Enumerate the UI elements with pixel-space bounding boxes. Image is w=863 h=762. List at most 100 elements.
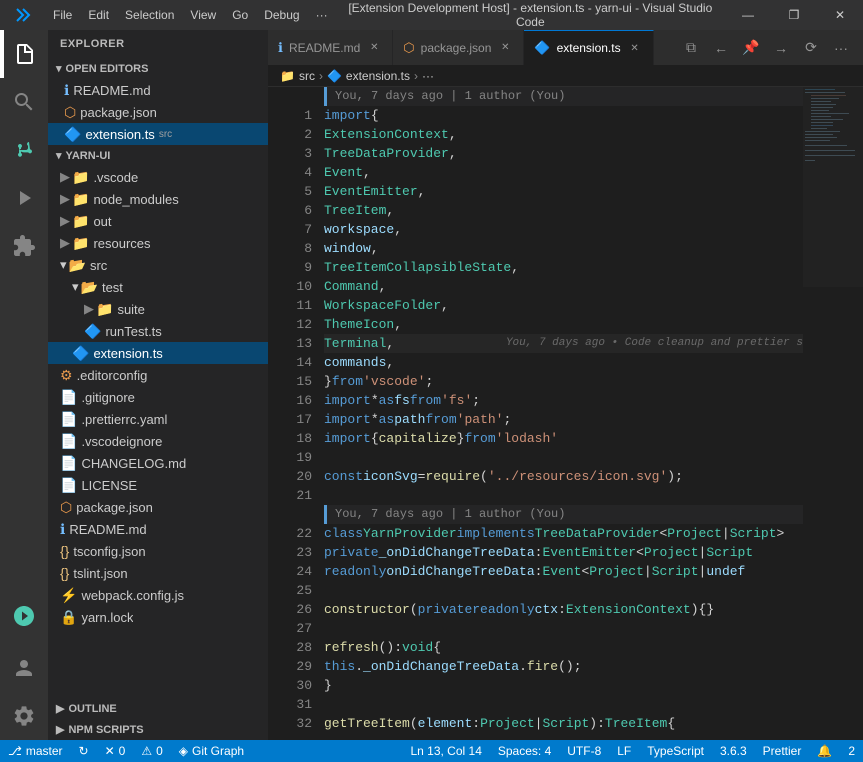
code-line[interactable]: TreeItemCollapsibleState, <box>324 258 803 277</box>
menu-go[interactable]: Go <box>224 0 256 30</box>
tab-package-close[interactable]: ✕ <box>497 40 513 56</box>
cursor-position[interactable]: Ln 13, Col 14 <box>402 740 489 762</box>
maximize-button[interactable]: ❐ <box>771 0 817 30</box>
section-yarn-ui[interactable]: ▾ YARN-UI <box>48 145 268 166</box>
line-ending[interactable]: LF <box>609 740 639 762</box>
tree-out[interactable]: ▶ 📁 out <box>48 210 268 232</box>
tree-editorconfig[interactable]: ⚙ .editorconfig <box>48 364 268 386</box>
open-editor-readme[interactable]: ℹ README.md <box>48 79 268 101</box>
code-line[interactable]: import * as path from 'path'; <box>324 410 803 429</box>
code-line[interactable]: WorkspaceFolder, <box>324 296 803 315</box>
code-line[interactable]: Event, <box>324 163 803 182</box>
code-line[interactable]: const iconSvg = require('../resources/ic… <box>324 467 803 486</box>
code-editor[interactable]: You, 7 days ago | 1 author (You)import {… <box>320 87 803 740</box>
more-actions-button[interactable]: ··· <box>827 34 855 62</box>
tab-extension[interactable]: 🔷 extension.ts ✕ <box>524 30 653 65</box>
breadcrumb-file[interactable]: extension.ts <box>346 69 410 83</box>
tree-vscode[interactable]: ▶ 📁 .vscode <box>48 166 268 188</box>
feedback-icon[interactable]: 🔔 <box>809 740 840 762</box>
code-line[interactable]: this._onDidChangeTreeData.fire(); <box>324 657 803 676</box>
code-line[interactable] <box>324 448 803 467</box>
menu-selection[interactable]: Selection <box>117 0 182 30</box>
code-line[interactable]: import { <box>324 106 803 125</box>
activity-search[interactable] <box>0 78 48 126</box>
notification-count[interactable]: 2 <box>840 740 863 762</box>
code-line[interactable]: readonly onDidChangeTreeData: Event<Proj… <box>324 562 803 581</box>
code-line[interactable]: EventEmitter, <box>324 182 803 201</box>
navigate-forward-button[interactable]: → <box>767 34 795 62</box>
tree-webpack[interactable]: ⚡ webpack.config.js <box>48 584 268 606</box>
tree-suite[interactable]: ▶ 📁 suite <box>48 298 268 320</box>
tab-package[interactable]: ⬡ package.json ✕ <box>393 30 524 65</box>
tree-vscodeignore[interactable]: 📄 .vscodeignore <box>48 430 268 452</box>
tree-test[interactable]: ▾ 📂 test <box>48 276 268 298</box>
activity-explorer[interactable] <box>0 30 48 78</box>
code-line[interactable]: } from 'vscode'; <box>324 372 803 391</box>
navigate-back-button[interactable]: ← <box>707 34 735 62</box>
menu-view[interactable]: View <box>182 0 224 30</box>
tab-readme-close[interactable]: ✕ <box>366 40 382 56</box>
code-line[interactable]: window, <box>324 239 803 258</box>
code-line[interactable]: Terminal,You, 7 days ago • Code cleanup … <box>324 334 803 353</box>
git-info[interactable]: ◈ Git Graph <box>171 740 252 762</box>
section-outline[interactable]: ▶ OUTLINE <box>48 698 268 719</box>
tree-extension-ts[interactable]: 🔷 extension.ts <box>48 342 268 364</box>
menu-file[interactable]: File <box>45 0 80 30</box>
git-branch[interactable]: ⎇ master <box>0 740 71 762</box>
code-line[interactable]: private _onDidChangeTreeData: EventEmitt… <box>324 543 803 562</box>
code-line[interactable] <box>324 619 803 638</box>
navigate-pin-button[interactable]: 📌 <box>737 34 765 62</box>
tree-yarn-lock[interactable]: 🔒 yarn.lock <box>48 606 268 628</box>
code-line[interactable]: TreeDataProvider, <box>324 144 803 163</box>
code-line[interactable]: import * as fs from 'fs'; <box>324 391 803 410</box>
activity-settings[interactable] <box>0 692 48 740</box>
minimap[interactable] <box>803 87 863 740</box>
error-count[interactable]: ✕ 0 <box>97 740 134 762</box>
code-line[interactable] <box>324 486 803 505</box>
tab-extension-close[interactable]: ✕ <box>627 40 643 56</box>
code-line[interactable]: TreeItem, <box>324 201 803 220</box>
activity-source-control[interactable] <box>0 126 48 174</box>
breadcrumb-src[interactable]: src <box>299 69 315 83</box>
section-open-editors[interactable]: ▾ OPEN EDITORS <box>48 58 268 79</box>
code-line[interactable]: workspace, <box>324 220 803 239</box>
code-line[interactable]: ExtensionContext, <box>324 125 803 144</box>
navigate-recent-button[interactable]: ⟳ <box>797 34 825 62</box>
close-button[interactable]: ✕ <box>817 0 863 30</box>
tree-tslint[interactable]: {} tslint.json <box>48 562 268 584</box>
open-editor-extension[interactable]: 🔷 extension.ts src <box>48 123 268 145</box>
code-line[interactable]: Command, <box>324 277 803 296</box>
activity-extensions[interactable] <box>0 222 48 270</box>
formatter[interactable]: Prettier <box>755 740 810 762</box>
split-editor-button[interactable]: ⧉ <box>677 34 705 62</box>
code-line[interactable]: } <box>324 676 803 695</box>
encoding-setting[interactable]: UTF-8 <box>559 740 609 762</box>
code-line[interactable]: constructor(private readonly ctx: Extens… <box>324 600 803 619</box>
code-line[interactable]: ThemeIcon, <box>324 315 803 334</box>
code-line[interactable]: refresh(): void { <box>324 638 803 657</box>
tree-package-json[interactable]: ⬡ package.json <box>48 496 268 518</box>
language-mode[interactable]: TypeScript <box>639 740 712 762</box>
tree-node-modules[interactable]: ▶ 📁 node_modules <box>48 188 268 210</box>
section-npm-scripts[interactable]: ▶ NPM SCRIPTS <box>48 719 268 740</box>
menu-more[interactable]: ··· <box>308 0 336 30</box>
tree-tsconfig[interactable]: {} tsconfig.json <box>48 540 268 562</box>
open-editor-package[interactable]: ⬡ package.json <box>48 101 268 123</box>
tree-resources[interactable]: ▶ 📁 resources <box>48 232 268 254</box>
menu-debug[interactable]: Debug <box>256 0 307 30</box>
warning-count[interactable]: ⚠ 0 <box>133 740 170 762</box>
minimize-button[interactable]: — <box>725 0 771 30</box>
code-line[interactable]: getTreeItem(element: Project | Script): … <box>324 714 803 733</box>
code-line[interactable] <box>324 695 803 714</box>
activity-run[interactable] <box>0 174 48 222</box>
code-line[interactable]: import { capitalize } from 'lodash' <box>324 429 803 448</box>
tree-readme[interactable]: ℹ README.md <box>48 518 268 540</box>
sync-button[interactable]: ↻ <box>71 740 97 762</box>
ts-version[interactable]: 3.6.3 <box>712 740 755 762</box>
indent-setting[interactable]: Spaces: 4 <box>490 740 559 762</box>
tree-gitignore[interactable]: 📄 .gitignore <box>48 386 268 408</box>
tree-runtest[interactable]: 🔷 runTest.ts <box>48 320 268 342</box>
tab-readme[interactable]: ℹ README.md ✕ <box>268 30 393 65</box>
activity-accounts[interactable] <box>0 644 48 692</box>
code-line[interactable]: commands, <box>324 353 803 372</box>
